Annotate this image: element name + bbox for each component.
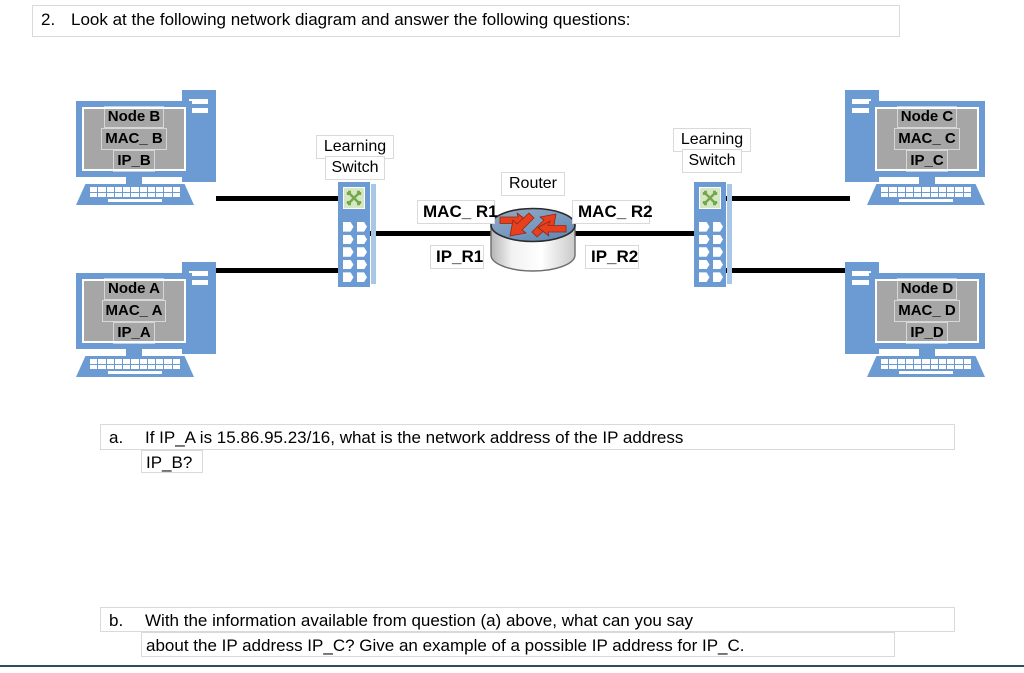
router-ip-r1-label: IP_R1 [430,245,484,269]
switch-crossover-icon [343,187,365,209]
router-device[interactable] [488,192,578,282]
node-a-mac: MAC_ A [101,300,167,322]
router-title-label: Router [501,172,565,196]
wire-node-a-to-switch-left [216,268,348,273]
node-b-screen: Node B MAC_ B IP_B [82,106,186,172]
page-bottom-divider [0,665,1024,667]
node-b-ip: IP_B [113,150,155,172]
router-ip-r2-label: IP_R2 [585,245,639,269]
question-prompt: Look at the following network diagram an… [71,10,631,29]
node-c-monitor: Node C MAC_ C IP_C [869,101,985,177]
wire-node-b-to-switch-left [216,196,348,201]
question-b-letter: b. [109,611,124,630]
node-c-name: Node C [896,106,958,128]
worksheet-page: 2. Look at the following network diagram … [0,0,1024,673]
node-a-monitor: Node A MAC_ A IP_A [76,273,192,349]
node-b-mac: MAC_ B [101,128,167,150]
question-a-letter: a. [109,428,124,447]
question-a-line1: If IP_A is 15.86.95.23/16, what is the n… [145,428,684,447]
node-c-screen: Node C MAC_ C IP_C [875,106,979,172]
question-heading: 2. Look at the following network diagram … [32,5,900,37]
node-a-screen: Node A MAC_ A IP_A [82,278,186,344]
node-b-monitor: Node B MAC_ B IP_B [76,101,192,177]
question-b: b. With the information available from qu… [100,607,955,632]
node-d-keyboard [867,356,985,377]
switch-left-strip [371,184,376,284]
switch-crossover-icon [699,187,721,209]
node-b-keyboard [76,184,194,205]
question-a: a. If IP_A is 15.86.95.23/16, what is the… [100,424,955,450]
question-b-line1: With the information available from ques… [145,611,694,630]
node-b-name: Node B [103,106,165,128]
router-mac-r1-label: MAC_ R1 [417,200,498,224]
switch-right-strip [727,184,732,284]
node-a-name: Node A [104,278,164,300]
switch-left-label-line2: Switch [325,156,385,180]
question-b-line2-box: about the IP address IP_C? Give an examp… [141,632,895,657]
node-b[interactable]: Node B MAC_ B IP_B [76,90,216,205]
switch-right[interactable] [694,182,734,287]
switch-left-ports [343,222,367,282]
question-a-line2-box: IP_B? [141,450,203,473]
node-d-mac: MAC_ D [894,300,960,322]
node-a-keyboard [76,356,194,377]
node-d-screen: Node D MAC_ D IP_D [875,278,979,344]
switch-left[interactable] [338,182,378,287]
router-mac-r2-label: MAC_ R2 [572,200,653,224]
switch-right-label-line2: Switch [682,149,742,173]
switch-right-ports [699,222,723,282]
node-d-monitor: Node D MAC_ D IP_D [869,273,985,349]
question-b-line2: about the IP address IP_C? Give an examp… [146,636,745,655]
node-d-name: Node D [896,278,958,300]
node-c[interactable]: Node C MAC_ C IP_C [845,90,985,205]
node-c-keyboard [867,184,985,205]
node-c-mac: MAC_ C [894,128,960,150]
node-c-ip: IP_C [906,150,948,172]
question-a-line2: IP_B? [146,453,193,472]
node-d[interactable]: Node D MAC_ D IP_D [845,262,985,377]
node-d-ip: IP_D [906,322,948,344]
node-a[interactable]: Node A MAC_ A IP_A [76,262,216,377]
node-a-ip: IP_A [113,322,155,344]
question-number: 2. [41,10,56,29]
